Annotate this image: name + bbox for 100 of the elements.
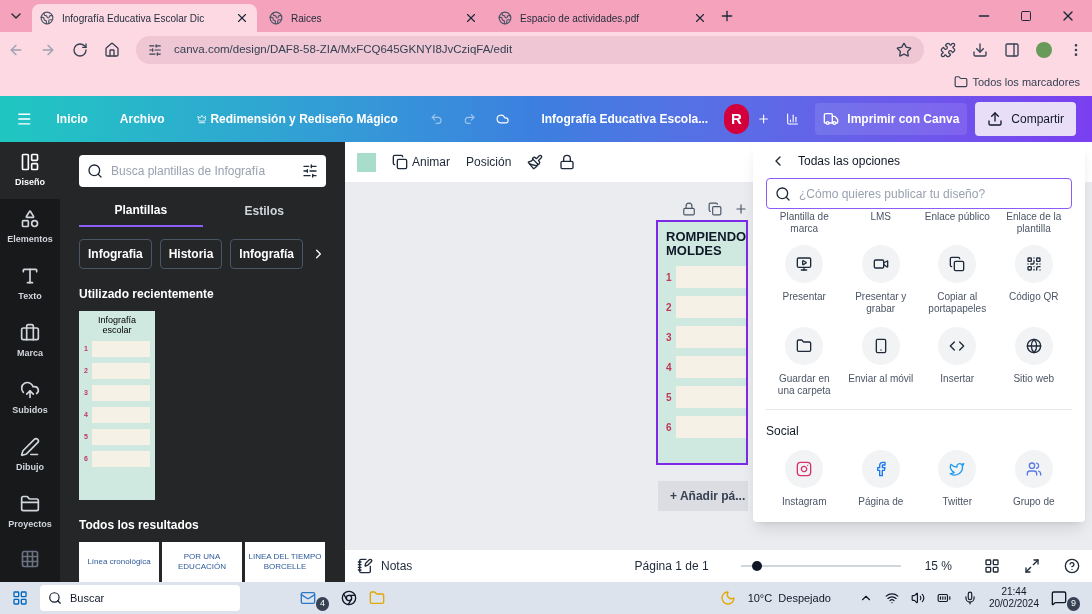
filter-icon[interactable] bbox=[302, 163, 318, 179]
option-label[interactable]: Enlace de la plantilla bbox=[995, 211, 1072, 235]
cloud-icon[interactable] bbox=[496, 111, 510, 127]
option-button[interactable] bbox=[1014, 327, 1053, 365]
browser-tab[interactable]: Infografía Educativa Escolar Dic bbox=[32, 4, 257, 32]
notes-icon[interactable] bbox=[357, 558, 373, 574]
category-chip[interactable]: Infografía bbox=[230, 239, 304, 269]
option-label[interactable]: Copiar al portapapeles bbox=[919, 291, 996, 315]
address-bar[interactable]: canva.com/design/DAF8-58-ZIA/MxFCQ645GKNYI8JvCziqFA/edit bbox=[136, 36, 924, 64]
template-thumbnail[interactable]: Línea cronológica bbox=[79, 542, 159, 582]
option-label[interactable]: Instagram bbox=[782, 496, 827, 508]
side-panel-icon[interactable] bbox=[1004, 42, 1020, 58]
apps-icon[interactable] bbox=[20, 549, 40, 569]
share-button[interactable]: Compartir bbox=[975, 102, 1076, 136]
step-card bbox=[91, 385, 150, 401]
rail-item[interactable]: Marca bbox=[0, 313, 60, 370]
option-button[interactable] bbox=[938, 327, 977, 365]
grid-view-icon[interactable] bbox=[984, 558, 1000, 574]
new-tab-icon[interactable] bbox=[719, 8, 735, 24]
close-icon[interactable] bbox=[235, 11, 249, 25]
paint-roller-icon[interactable] bbox=[527, 154, 544, 170]
option-label[interactable]: Presentar y grabar bbox=[842, 291, 919, 315]
rail-item[interactable]: Texto bbox=[0, 256, 60, 313]
page-indicator[interactable]: Página 1 de 1 bbox=[634, 557, 709, 575]
option-button[interactable] bbox=[1014, 245, 1053, 283]
option-label[interactable]: Guardar en una carpeta bbox=[766, 373, 843, 397]
site-settings-icon[interactable] bbox=[148, 43, 162, 57]
option-label[interactable]: LMS bbox=[842, 211, 919, 235]
category-chip[interactable]: Infografia bbox=[79, 239, 152, 269]
restore-icon[interactable] bbox=[1020, 10, 1032, 22]
help-icon[interactable] bbox=[1064, 558, 1080, 574]
rail-item[interactable]: Diseño bbox=[0, 142, 60, 199]
animate-button[interactable]: Animar bbox=[392, 153, 450, 171]
add-page-button[interactable]: + Añadir pá... bbox=[658, 481, 748, 511]
print-button[interactable]: Imprimir con Canva bbox=[815, 103, 968, 135]
design-page[interactable]: ROMPIENDO MOLDES 1 2 3 4 5 6 bbox=[656, 220, 748, 465]
fullscreen-icon[interactable] bbox=[1024, 558, 1040, 574]
option-button[interactable] bbox=[785, 245, 824, 283]
lock-icon[interactable] bbox=[682, 202, 696, 216]
volume-icon[interactable] bbox=[910, 591, 925, 605]
clock-time[interactable]: 21:44 bbox=[1001, 586, 1027, 598]
duplicate-icon[interactable] bbox=[708, 202, 722, 216]
embed-icon bbox=[949, 338, 966, 354]
notifications-icon[interactable] bbox=[1051, 590, 1067, 606]
option-label[interactable]: Presentar bbox=[778, 291, 830, 303]
bookmark-star-icon[interactable] bbox=[896, 42, 912, 58]
option-button[interactable] bbox=[861, 327, 900, 365]
mic-icon[interactable] bbox=[962, 591, 977, 605]
option-label[interactable]: Plantilla de marca bbox=[766, 211, 843, 235]
browser-tab[interactable]: Raices bbox=[261, 4, 486, 32]
insights-icon[interactable] bbox=[786, 111, 800, 127]
home-icon[interactable] bbox=[104, 42, 120, 58]
option-label[interactable]: Grupo de bbox=[1012, 496, 1055, 508]
browser-tab[interactable]: Espacio de actividades.pdf bbox=[490, 4, 715, 32]
category-chip[interactable]: Historia bbox=[159, 239, 223, 269]
color-swatch[interactable] bbox=[357, 152, 376, 172]
close-icon[interactable] bbox=[693, 11, 707, 25]
taskbar-search-field[interactable]: Buscar bbox=[40, 585, 240, 611]
option-label[interactable]: Enviar al móvil bbox=[844, 373, 918, 385]
start-icon[interactable] bbox=[12, 590, 28, 606]
position-button[interactable]: Posición bbox=[466, 153, 512, 171]
option-button[interactable] bbox=[785, 327, 824, 365]
download-icon[interactable] bbox=[972, 42, 988, 58]
lock-icon[interactable] bbox=[559, 154, 576, 170]
template-thumbnail[interactable]: POR UNA EDUCACIÓN bbox=[162, 542, 242, 582]
bookmarks-link[interactable]: Todos los marcadores bbox=[972, 73, 1080, 91]
mail-icon[interactable] bbox=[300, 590, 316, 606]
option-label[interactable]: Enlace público bbox=[919, 211, 996, 235]
weather-text[interactable]: 10°C Despejado bbox=[747, 589, 831, 607]
panel-tab[interactable]: Estilos bbox=[202, 195, 326, 227]
zoom-slider-thumb[interactable] bbox=[751, 561, 762, 571]
option-button[interactable] bbox=[938, 245, 977, 283]
search-placeholder: ¿Cómo quieres publicar tu diseño? bbox=[799, 185, 986, 203]
option-label[interactable]: Insertar bbox=[936, 373, 979, 385]
close-icon[interactable] bbox=[464, 11, 478, 25]
notes-button[interactable]: Notas bbox=[381, 557, 413, 575]
option-label[interactable]: Página de bbox=[858, 496, 904, 508]
option-button[interactable] bbox=[861, 245, 900, 283]
profile-avatar[interactable] bbox=[1036, 42, 1052, 58]
search-icon bbox=[87, 163, 103, 179]
option-label[interactable]: Sitio web bbox=[1009, 373, 1059, 385]
step-card bbox=[91, 451, 150, 467]
browser-icon[interactable] bbox=[341, 590, 357, 606]
option-label[interactable]: Código QR bbox=[1005, 291, 1063, 303]
battery-icon[interactable] bbox=[936, 591, 951, 605]
rail-item[interactable]: Subidos bbox=[0, 370, 60, 427]
clock-date[interactable]: 20/02/2024 bbox=[988, 598, 1039, 610]
option-label[interactable]: Twitter bbox=[942, 496, 972, 508]
zoom-reading[interactable]: 15 % bbox=[924, 557, 952, 575]
extensions-icon[interactable] bbox=[940, 42, 956, 58]
user-avatar[interactable]: R bbox=[724, 104, 749, 134]
add-icon[interactable] bbox=[734, 202, 748, 216]
rail-item[interactable]: Elementos bbox=[0, 199, 60, 256]
reload-icon[interactable] bbox=[72, 42, 88, 58]
template-thumbnail[interactable]: LINEA DEL TIEMPO BORCELLE bbox=[245, 542, 325, 582]
rail-item[interactable]: Dibujo bbox=[0, 427, 60, 484]
panel-tab[interactable]: Plantillas bbox=[79, 195, 203, 227]
document-title[interactable]: Infografía Educativa Escola... bbox=[541, 110, 709, 128]
rail-item[interactable]: Proyectos bbox=[0, 484, 60, 541]
wifi-icon[interactable] bbox=[884, 591, 899, 605]
